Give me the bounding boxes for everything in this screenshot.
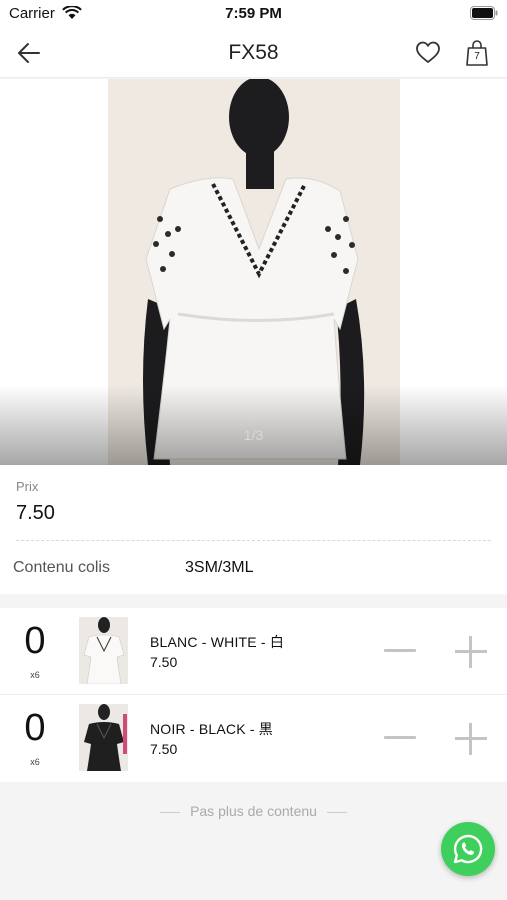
pack-multiplier: x6 — [30, 757, 40, 767]
product-image-gallery[interactable]: 1/3 — [0, 79, 507, 465]
divider — [326, 811, 347, 813]
variant-thumbnail-black[interactable] — [79, 704, 128, 771]
gallery-page-indicator: 1/3 — [243, 427, 264, 443]
divider — [160, 811, 181, 813]
heart-icon[interactable] — [415, 40, 441, 66]
quantity-value: 0 — [24, 707, 46, 749]
nav-bar: FX58 7 — [0, 28, 507, 78]
variant-price: 7.50 — [150, 741, 178, 757]
whatsapp-button[interactable] — [441, 822, 495, 876]
variant-name: NOIR - BLACK - 黒 — [150, 721, 273, 737]
variant-row-black: 0 x6 NOIR - BLACK - 黒 7.50 — [0, 695, 507, 782]
package-content-value: 3SM/3ML — [185, 559, 254, 576]
increase-quantity-button[interactable] — [453, 721, 489, 757]
cart-count-badge: 7 — [474, 51, 480, 62]
gallery-shade — [0, 385, 507, 465]
product-info: Prix 7.50 Contenu colis 3SM/3ML — [0, 465, 507, 594]
minus-icon — [384, 736, 416, 739]
decrease-quantity-button[interactable] — [382, 725, 418, 749]
quantity-value: 0 — [24, 620, 46, 662]
variant-row-white: 0 x6 BLANC - WHITE - 白 7.50 — [0, 608, 507, 695]
price-label: Prix — [16, 479, 39, 494]
variant-list: 0 x6 BLANC - WHITE - 白 7.50 0 x6 NOIR - … — [0, 608, 507, 782]
divider — [16, 540, 491, 541]
end-of-content-note: Pas plus de contenu — [0, 803, 507, 819]
whatsapp-icon — [453, 834, 483, 864]
battery-icon — [470, 6, 498, 20]
minus-icon — [384, 649, 416, 652]
status-bar: Carrier 7:59 PM — [0, 0, 507, 28]
variant-price: 7.50 — [150, 654, 178, 670]
shopping-bag-button[interactable]: 7 — [465, 39, 489, 67]
price-value: 7.50 — [16, 502, 55, 524]
variant-name: BLANC - WHITE - 白 — [150, 634, 285, 650]
end-of-content-label: Pas plus de contenu — [190, 803, 317, 819]
package-content-label: Contenu colis — [13, 559, 110, 576]
variant-thumbnail-white[interactable] — [79, 617, 128, 684]
status-time: 7:59 PM — [225, 5, 282, 22]
increase-quantity-button[interactable] — [453, 634, 489, 670]
pack-multiplier: x6 — [30, 670, 40, 680]
decrease-quantity-button[interactable] — [382, 638, 418, 662]
